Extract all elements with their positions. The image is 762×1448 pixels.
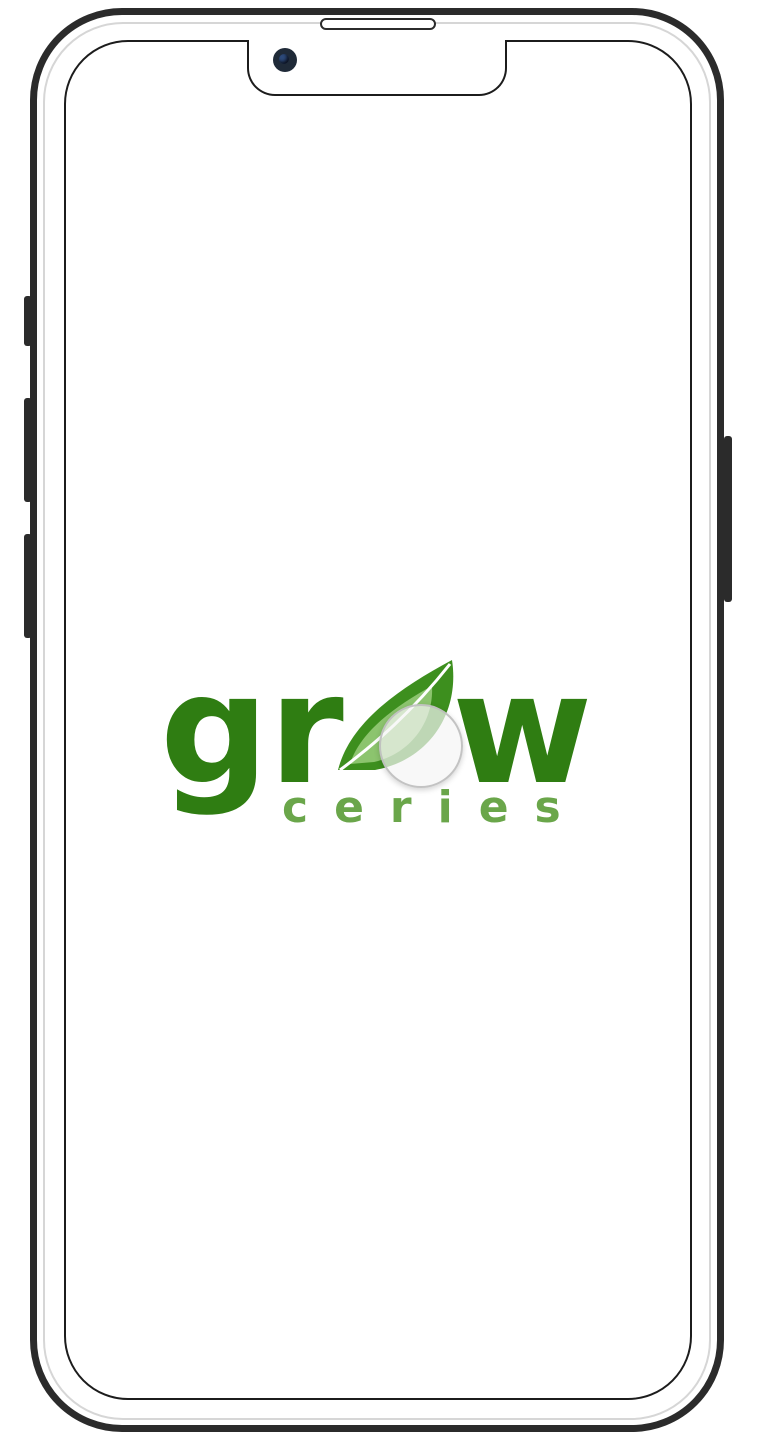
notch-join xyxy=(249,38,505,44)
earpiece-speaker xyxy=(320,18,436,30)
touch-indicator xyxy=(379,704,463,788)
power-button xyxy=(724,436,732,602)
front-camera-icon xyxy=(273,48,297,72)
logo-subtitle: ceries xyxy=(282,782,587,832)
device-mockup: gr w ceries grow xyxy=(0,0,762,1448)
